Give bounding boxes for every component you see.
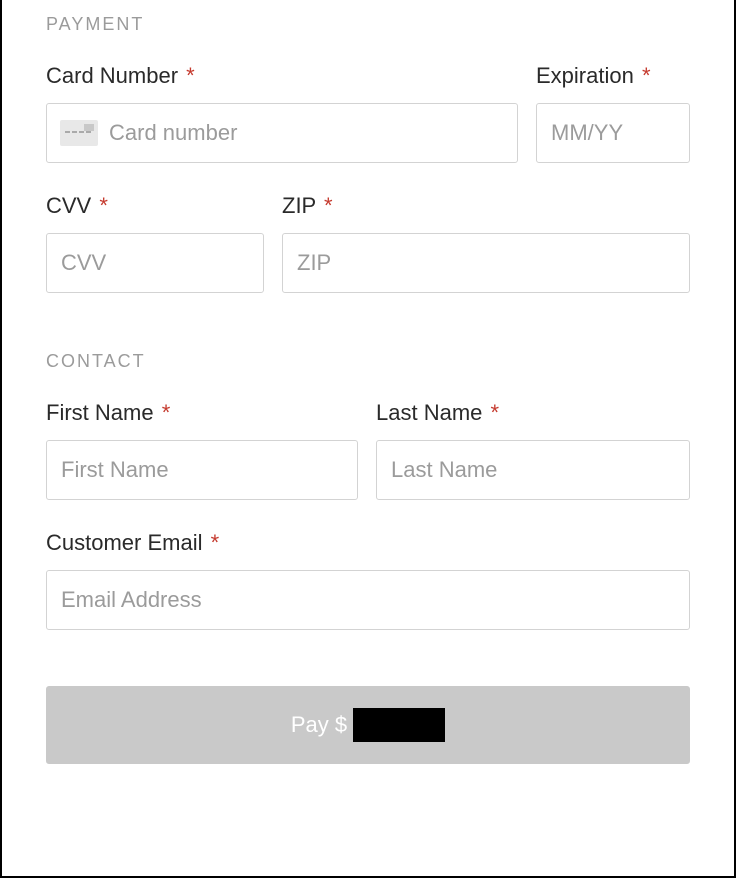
pay-amount-redacted: [353, 708, 445, 742]
required-indicator: *: [162, 400, 171, 425]
pay-button-label: Pay $: [291, 712, 347, 738]
last-name-input[interactable]: [376, 440, 690, 500]
first-name-input[interactable]: [46, 440, 358, 500]
contact-section-heading: CONTACT: [46, 351, 690, 372]
cvv-label: CVV *: [46, 193, 264, 219]
customer-email-label: Customer Email *: [46, 530, 690, 556]
expiration-input[interactable]: [536, 103, 690, 163]
expiration-label: Expiration *: [536, 63, 690, 89]
zip-label: ZIP *: [282, 193, 690, 219]
card-number-input[interactable]: [46, 103, 518, 163]
cvv-input[interactable]: [46, 233, 264, 293]
pay-button[interactable]: Pay $: [46, 686, 690, 764]
customer-email-input[interactable]: [46, 570, 690, 630]
credit-card-icon: [60, 120, 98, 146]
required-indicator: *: [491, 400, 500, 425]
required-indicator: *: [324, 193, 333, 218]
required-indicator: *: [211, 530, 220, 555]
card-number-label: Card Number *: [46, 63, 518, 89]
required-indicator: *: [642, 63, 651, 88]
required-indicator: *: [186, 63, 195, 88]
first-name-label: First Name *: [46, 400, 358, 426]
payment-section-heading: PAYMENT: [46, 0, 690, 35]
required-indicator: *: [99, 193, 108, 218]
zip-input[interactable]: [282, 233, 690, 293]
last-name-label: Last Name *: [376, 400, 690, 426]
